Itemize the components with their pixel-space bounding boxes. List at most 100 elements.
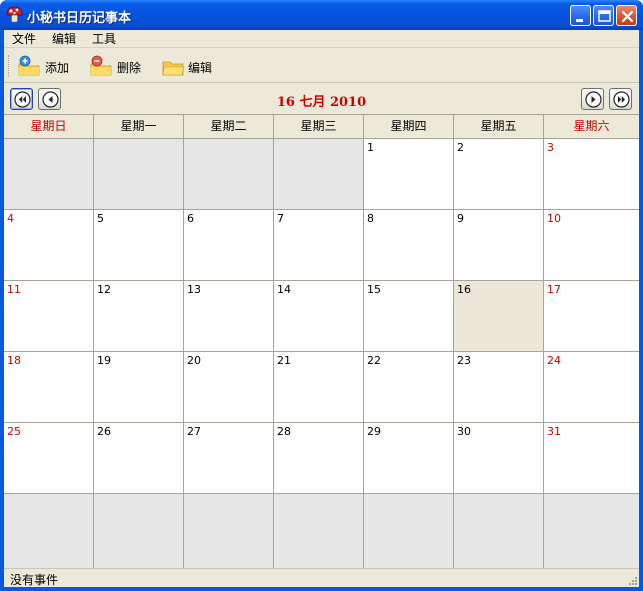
day-number: 9: [457, 212, 464, 225]
app-window: 小秘书日历记事本 文件 编辑 工具 添加 删除 编辑 16 七月 2010 星期…: [0, 0, 643, 591]
calendar-day-cell[interactable]: 11: [4, 281, 94, 352]
day-number: 8: [367, 212, 374, 225]
weekday-header-cell: 星期六: [544, 115, 639, 139]
calendar-day-cell[interactable]: 28: [274, 423, 364, 494]
day-number: 16: [457, 283, 471, 296]
calendar-empty-cell[interactable]: [94, 139, 184, 210]
calendar-day-cell[interactable]: 20: [184, 352, 274, 423]
day-number: 19: [97, 354, 111, 367]
calendar-day-cell[interactable]: 8: [364, 210, 454, 281]
day-number: 15: [367, 283, 381, 296]
calendar-empty-cell[interactable]: [184, 139, 274, 210]
calendar-empty-cell[interactable]: [544, 494, 639, 569]
calendar-day-cell[interactable]: 6: [184, 210, 274, 281]
delete-label: 删除: [117, 61, 142, 75]
day-number: 3: [547, 141, 554, 154]
status-bar: 没有事件: [4, 568, 639, 587]
minimize-button[interactable]: [570, 5, 591, 26]
day-number: 27: [187, 425, 201, 438]
window-title: 小秘书日历记事本: [27, 11, 132, 26]
calendar-day-cell[interactable]: 21: [274, 352, 364, 423]
calendar-day-cell[interactable]: 16: [454, 281, 544, 352]
calendar-day-cell[interactable]: 2: [454, 139, 544, 210]
toolbar: 添加 删除 编辑: [4, 49, 639, 83]
weekday-header-cell: 星期二: [184, 115, 274, 139]
day-number: 24: [547, 354, 561, 367]
day-number: 22: [367, 354, 381, 367]
add-button[interactable]: 添加: [16, 53, 76, 79]
calendar-day-cell[interactable]: 29: [364, 423, 454, 494]
day-number: 4: [7, 212, 14, 225]
mushroom-app-icon: [6, 6, 23, 23]
next-month-button[interactable]: [581, 88, 604, 110]
calendar-day-cell[interactable]: 27: [184, 423, 274, 494]
day-number: 12: [97, 283, 111, 296]
maximize-icon: [598, 10, 611, 22]
folder-delete-icon: [90, 55, 112, 76]
calendar-day-cell[interactable]: 3: [544, 139, 639, 210]
calendar-day-cell[interactable]: 15: [364, 281, 454, 352]
calendar-day-cell[interactable]: 30: [454, 423, 544, 494]
menu-file[interactable]: 文件: [12, 31, 36, 47]
menu-edit[interactable]: 编辑: [52, 31, 76, 47]
calendar-empty-cell[interactable]: [454, 494, 544, 569]
weekday-header-cell: 星期四: [364, 115, 454, 139]
calendar-day-cell[interactable]: 17: [544, 281, 639, 352]
calendar-empty-cell[interactable]: [4, 494, 94, 569]
calendar-day-cell[interactable]: 31: [544, 423, 639, 494]
day-number: 25: [7, 425, 21, 438]
status-text: 没有事件: [10, 573, 59, 587]
calendar-empty-cell[interactable]: [94, 494, 184, 569]
calendar-grid: 星期日 星期一 星期二 星期三 星期四 星期五 星期六 1 2 3 4 5 6 7 8 9 10 11 12 13 1…: [4, 114, 639, 569]
day-number: 31: [547, 425, 561, 438]
calendar-day-cell[interactable]: 22: [364, 352, 454, 423]
calendar-empty-cell[interactable]: [274, 494, 364, 569]
delete-button[interactable]: 删除: [88, 53, 148, 79]
calendar-empty-cell[interactable]: [184, 494, 274, 569]
weekday-header-cell: 星期三: [274, 115, 364, 139]
day-number: 10: [547, 212, 561, 225]
calendar-day-cell[interactable]: 18: [4, 352, 94, 423]
day-number: 26: [97, 425, 111, 438]
day-number: 18: [7, 354, 21, 367]
day-number: 6: [187, 212, 194, 225]
close-button[interactable]: [616, 5, 637, 26]
day-number: 13: [187, 283, 201, 296]
calendar-day-cell[interactable]: 23: [454, 352, 544, 423]
calendar-day-cell[interactable]: 1: [364, 139, 454, 210]
weekday-header: 星期日 星期一 星期二 星期三 星期四 星期五 星期六: [4, 115, 639, 139]
calendar-empty-cell[interactable]: [364, 494, 454, 569]
day-number: 23: [457, 354, 471, 367]
day-number: 5: [97, 212, 104, 225]
toolbar-grip[interactable]: [8, 55, 11, 77]
calendar-day-cell[interactable]: 14: [274, 281, 364, 352]
minimize-icon: [576, 19, 583, 22]
calendar-empty-cell[interactable]: [4, 139, 94, 210]
double-right-arrow-icon: [613, 91, 630, 108]
folder-icon: [162, 61, 185, 76]
edit-label: 编辑: [188, 61, 213, 75]
close-icon: [621, 10, 634, 23]
calendar-day-cell[interactable]: 19: [94, 352, 184, 423]
calendar-day-cell[interactable]: 5: [94, 210, 184, 281]
calendar-day-cell[interactable]: 24: [544, 352, 639, 423]
calendar-empty-cell[interactable]: [274, 139, 364, 210]
calendar-day-cell[interactable]: 26: [94, 423, 184, 494]
calendar-day-cell[interactable]: 10: [544, 210, 639, 281]
calendar-day-cell[interactable]: 25: [4, 423, 94, 494]
day-number: 20: [187, 354, 201, 367]
calendar-day-cell[interactable]: 9: [454, 210, 544, 281]
calendar-day-cell[interactable]: 4: [4, 210, 94, 281]
resize-grip-icon[interactable]: [626, 574, 638, 586]
current-date-title: 16 七月 2010: [276, 95, 367, 110]
calendar-day-cell[interactable]: 7: [274, 210, 364, 281]
day-number: 2: [457, 141, 464, 154]
add-label: 添加: [45, 61, 70, 75]
calendar-day-cell[interactable]: 13: [184, 281, 274, 352]
calendar-day-cell[interactable]: 12: [94, 281, 184, 352]
maximize-button[interactable]: [593, 5, 614, 26]
next-year-button[interactable]: [609, 88, 632, 110]
title-bar[interactable]: 小秘书日历记事本: [0, 0, 643, 30]
edit-button[interactable]: 编辑: [160, 53, 220, 79]
menu-tools[interactable]: 工具: [92, 31, 116, 47]
